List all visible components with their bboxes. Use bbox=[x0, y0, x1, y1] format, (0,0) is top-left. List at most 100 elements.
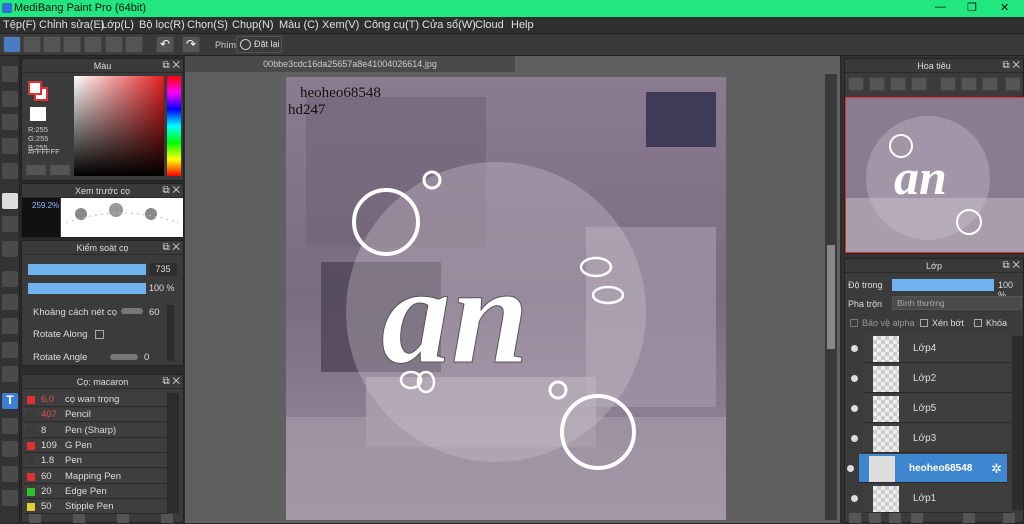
panel-close-icon[interactable]: ⧉ ✕ bbox=[1002, 59, 1020, 73]
visibility-eye-icon[interactable] bbox=[847, 465, 854, 472]
visibility-eye-icon[interactable] bbox=[851, 375, 858, 382]
text-tool-icon[interactable]: T bbox=[2, 393, 18, 409]
select-pen-tool-icon[interactable] bbox=[2, 342, 18, 358]
redo-icon[interactable]: ↷ bbox=[182, 36, 200, 53]
document-tab[interactable]: 00bbe3cdc16da25657a8e41004026614.jpg bbox=[185, 56, 515, 72]
menu-tools[interactable]: Công cụ(T) bbox=[364, 19, 419, 31]
menu-view[interactable]: Xem(V) bbox=[322, 19, 359, 31]
rotate-right-icon[interactable] bbox=[961, 77, 977, 91]
clipping-checkbox[interactable] bbox=[920, 319, 928, 327]
cloud-icon[interactable] bbox=[3, 36, 21, 53]
layer-settings-gear-icon[interactable]: ✲ bbox=[991, 461, 1002, 477]
brush-list-item[interactable]: 50 Stipple Pen bbox=[24, 500, 167, 515]
brush-size-slider[interactable] bbox=[28, 264, 146, 275]
panel-close-icon[interactable]: ⧉ ✕ bbox=[162, 59, 180, 73]
gradient-tool-icon[interactable] bbox=[2, 241, 18, 257]
pen-tool-icon[interactable] bbox=[2, 466, 18, 482]
visibility-eye-icon[interactable] bbox=[851, 495, 858, 502]
rotate-along-checkbox[interactable] bbox=[95, 330, 104, 339]
export-icon[interactable] bbox=[23, 36, 41, 53]
visibility-eye-icon[interactable] bbox=[851, 345, 858, 352]
layer-item[interactable]: Lớp2 bbox=[851, 364, 1011, 393]
panel-close-icon[interactable]: ⧉ ✕ bbox=[162, 184, 180, 198]
zoom-in-icon[interactable] bbox=[848, 77, 864, 91]
color-button-2[interactable] bbox=[50, 165, 70, 175]
blend-mode-select[interactable]: Bình thường bbox=[892, 296, 1022, 310]
brush-settings-icon[interactable] bbox=[73, 514, 85, 523]
eraser-tool-icon[interactable] bbox=[2, 91, 18, 107]
layer-item[interactable]: Lớp4 bbox=[851, 334, 1011, 363]
undo-icon[interactable]: ↶ bbox=[156, 36, 174, 53]
comment-icon[interactable] bbox=[43, 36, 61, 53]
layer-opacity-slider[interactable] bbox=[892, 279, 994, 291]
brush-list-item[interactable]: 20 Edge Pen bbox=[24, 484, 167, 499]
operation-tool-icon[interactable] bbox=[2, 418, 18, 434]
foreground-color-swatch[interactable] bbox=[28, 81, 42, 95]
rectangle-tool-icon[interactable] bbox=[2, 114, 18, 130]
spacing-slider[interactable] bbox=[121, 308, 143, 314]
fit-icon[interactable] bbox=[890, 77, 906, 91]
reset-button[interactable]: Đặt lại bbox=[236, 36, 282, 53]
panel-close-icon[interactable]: ⧉ ✕ bbox=[162, 375, 180, 389]
menu-window[interactable]: Cửa sổ(W) bbox=[422, 19, 476, 31]
grid-icon[interactable] bbox=[125, 36, 143, 53]
color-field[interactable] bbox=[74, 76, 164, 176]
navigator-preview[interactable]: an bbox=[845, 97, 1024, 253]
rotate-angle-slider[interactable] bbox=[110, 354, 138, 360]
menu-file[interactable]: Tệp(F) bbox=[3, 19, 36, 31]
menu-edit[interactable]: Chỉnh sửa(E) bbox=[39, 19, 104, 31]
close-button[interactable]: ✕ bbox=[1000, 1, 1009, 14]
layer-list-scrollbar[interactable] bbox=[1012, 336, 1023, 510]
brush-control-scrollbar[interactable] bbox=[167, 305, 174, 361]
fill-rect-tool-icon[interactable] bbox=[2, 193, 18, 209]
layer-item[interactable]: Lớp5 bbox=[851, 394, 1011, 423]
brush-list-item[interactable]: 109 G Pen bbox=[24, 438, 167, 453]
lock-checkbox[interactable] bbox=[974, 319, 982, 327]
brush-opacity-slider[interactable] bbox=[28, 283, 146, 294]
duplicate-layer-icon[interactable] bbox=[911, 513, 923, 523]
brush-list-item[interactable]: 8 Pen (Sharp) bbox=[24, 423, 167, 438]
new-layer-icon[interactable] bbox=[849, 513, 861, 523]
menu-capture[interactable]: Chụp(N) bbox=[232, 19, 274, 31]
move-tool-icon[interactable] bbox=[2, 163, 18, 179]
delete-layer-icon[interactable] bbox=[1003, 513, 1015, 523]
hue-slider[interactable] bbox=[167, 76, 181, 176]
canvas-artwork[interactable]: heoheo68548 hd247 an bbox=[286, 77, 726, 520]
menu-help[interactable]: Help bbox=[511, 19, 534, 31]
layer-item[interactable]: Lớp3 bbox=[851, 424, 1011, 453]
merge-down-icon[interactable] bbox=[963, 513, 975, 523]
hand-tool-icon[interactable] bbox=[2, 490, 18, 506]
layer-item-selected[interactable]: heoheo68548 ✲ bbox=[847, 454, 1007, 483]
menu-filter[interactable]: Bộ lọc(R) bbox=[139, 19, 185, 31]
delete-brush-icon[interactable] bbox=[161, 514, 173, 523]
visibility-eye-icon[interactable] bbox=[851, 405, 858, 412]
brush-list-item[interactable]: 6.0 cọ wan trọng bbox=[24, 393, 167, 407]
grid-page-icon[interactable] bbox=[105, 36, 123, 53]
eyedropper-tool-icon[interactable] bbox=[2, 441, 18, 457]
transparent-swatch[interactable] bbox=[30, 107, 46, 121]
brush-tool-icon[interactable] bbox=[2, 66, 18, 82]
line-tool-icon[interactable] bbox=[2, 138, 18, 154]
reset-rotation-icon[interactable] bbox=[982, 77, 998, 91]
panel-close-icon[interactable]: ⧉ ✕ bbox=[162, 241, 180, 255]
magic-wand-tool-icon[interactable] bbox=[2, 318, 18, 334]
lasso-tool-icon[interactable] bbox=[2, 294, 18, 310]
add-brush-icon[interactable] bbox=[29, 514, 41, 523]
color-button-1[interactable] bbox=[26, 165, 46, 175]
zoom-out-icon[interactable] bbox=[869, 77, 885, 91]
new-halftone-layer-icon[interactable] bbox=[869, 513, 881, 523]
brush-list-item[interactable]: 60 Mapping Pen bbox=[24, 469, 167, 484]
menu-layer[interactable]: Lớp(L) bbox=[101, 19, 134, 31]
flip-icon[interactable] bbox=[1005, 77, 1021, 91]
panel-close-icon[interactable]: ⧉ ✕ bbox=[1002, 259, 1020, 273]
brush-list-item[interactable]: 1.8 Pen bbox=[24, 454, 167, 469]
bucket-tool-icon[interactable] bbox=[2, 216, 18, 232]
select-eraser-tool-icon[interactable] bbox=[2, 366, 18, 382]
maximize-button[interactable]: ❐ bbox=[967, 1, 977, 14]
brush-list-item[interactable]: 407 Pencil bbox=[24, 408, 167, 423]
brush-size-value[interactable]: 735 bbox=[149, 263, 177, 276]
minimize-button[interactable]: — bbox=[935, 1, 946, 13]
menu-color[interactable]: Màu (C) bbox=[279, 19, 319, 31]
new-folder-icon[interactable] bbox=[889, 513, 901, 523]
visibility-eye-icon[interactable] bbox=[851, 435, 858, 442]
